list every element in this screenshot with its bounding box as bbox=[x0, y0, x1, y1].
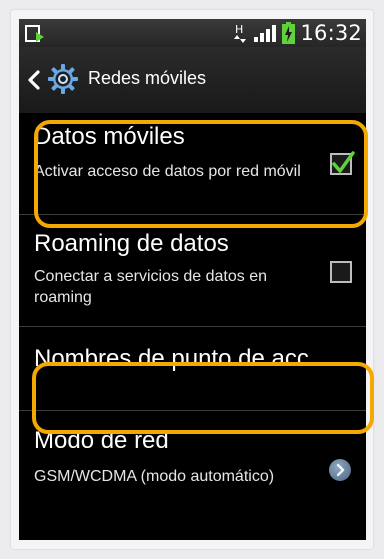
status-right-group: H 16:32 bbox=[234, 19, 362, 47]
setting-title: Datos móviles bbox=[34, 123, 185, 150]
checkmark-icon bbox=[332, 151, 355, 173]
chevron-right-icon bbox=[336, 463, 345, 477]
status-time: 16:32 bbox=[300, 21, 362, 45]
setting-title: Roaming de datos bbox=[34, 230, 229, 257]
setting-access-point-names[interactable]: Nombres de punto de acc... bbox=[19, 327, 366, 411]
network-type-icon: H bbox=[234, 23, 247, 43]
back-chevron-icon[interactable] bbox=[26, 69, 42, 91]
setting-mobile-data[interactable]: Datos móviles Activar acceso de datos po… bbox=[19, 114, 366, 215]
battery-charging-icon bbox=[282, 22, 296, 44]
signal-strength-icon bbox=[254, 25, 277, 42]
page-title: Redes móviles bbox=[88, 68, 207, 88]
setting-summary: GSM/WCDMA (modo automático) bbox=[34, 468, 275, 485]
mobile-data-checkbox[interactable] bbox=[330, 151, 355, 175]
status-bar: H 16:32 bbox=[19, 19, 366, 47]
settings-gear-icon[interactable] bbox=[47, 63, 79, 95]
phone-screen: H 16:32 Redes móviles Datos móviles Acti… bbox=[19, 19, 366, 540]
data-roaming-checkbox[interactable] bbox=[330, 261, 352, 283]
setting-title: Nombres de punto de acc... bbox=[34, 345, 329, 372]
download-notification-icon bbox=[25, 25, 44, 42]
settings-list: Datos móviles Activar acceso de datos po… bbox=[19, 114, 366, 531]
network-mode-chevron[interactable] bbox=[329, 459, 351, 481]
setting-summary: Conectar a servicios de datos en roaming bbox=[34, 268, 268, 306]
setting-summary: Activar acceso de datos por red móvil bbox=[34, 163, 301, 180]
network-type-label: H bbox=[235, 23, 243, 36]
setting-network-mode[interactable]: Modo de red GSM/WCDMA (modo automático) bbox=[19, 411, 366, 531]
setting-data-roaming[interactable]: Roaming de datos Conectar a servicios de… bbox=[19, 215, 366, 327]
setting-title: Modo de red bbox=[34, 427, 169, 454]
action-bar: Redes móviles bbox=[19, 47, 366, 114]
